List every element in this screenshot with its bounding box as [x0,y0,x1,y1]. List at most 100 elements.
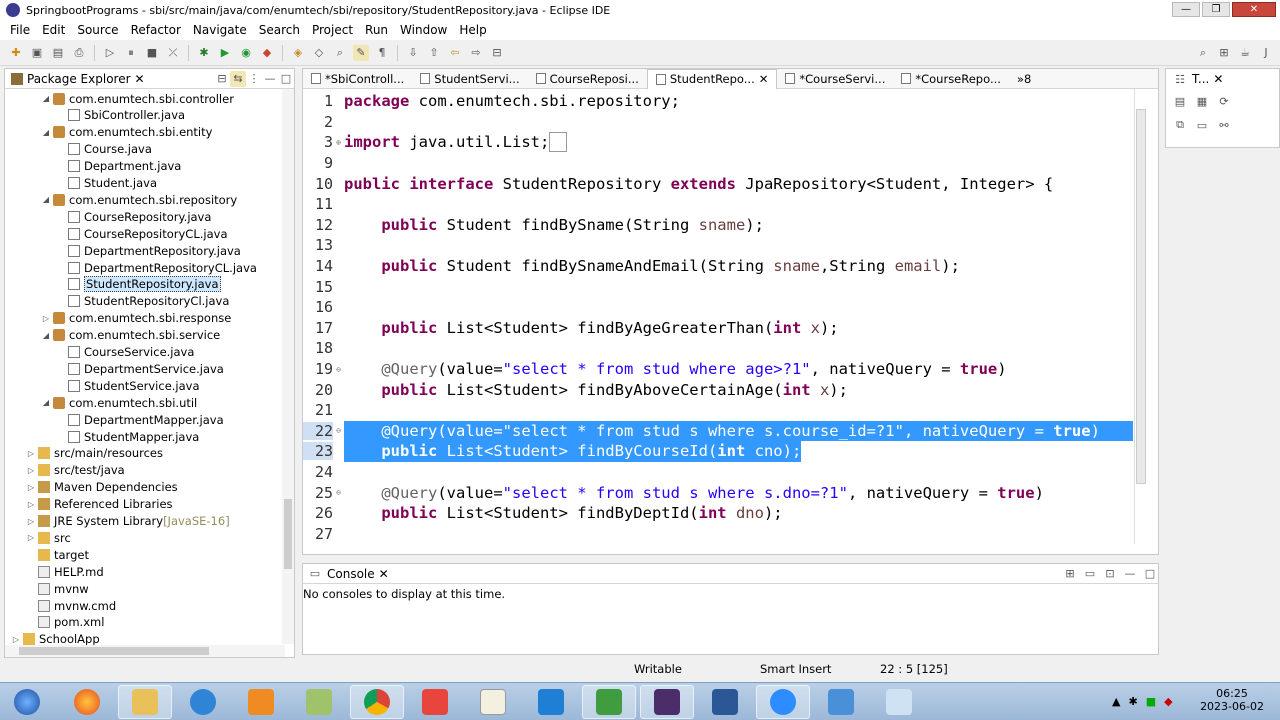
tree-item[interactable]: StudentMapper.java [56,428,199,445]
code-line[interactable]: 2 [303,112,1133,133]
back-icon[interactable]: ⇦ [447,45,463,61]
remote-app-icon[interactable] [814,685,868,719]
external-tools-icon[interactable]: ◆ [259,45,275,61]
expanded-arrow-icon[interactable]: ◢ [41,398,51,407]
tree-item[interactable]: ▷ JRE System Library [JavaSE-16] [26,513,230,530]
tree-item[interactable]: DepartmentRepositoryCL.java [56,259,257,276]
copy-icon[interactable]: ⧉ [1172,117,1188,133]
fold-toggle-icon[interactable]: ⊖ [333,426,344,435]
tray-shield-icon[interactable]: ◆ [1164,695,1172,708]
code-text[interactable]: @Query(value="select * from stud s where… [344,422,1100,440]
console-title[interactable]: Console [327,567,375,581]
code-text[interactable]: public List<Student> findByDeptId(int dn… [344,504,782,522]
open-console-icon[interactable]: ⊡ [1102,566,1118,582]
tree-vertical-scrollbar[interactable] [282,89,294,644]
close-console-icon[interactable]: ✕ [379,567,389,581]
menu-search[interactable]: Search [253,23,306,37]
disconnect-icon[interactable]: ⤫ [165,45,181,61]
code-line[interactable]: 20 public List<Student> findByAboveCerta… [303,379,1133,400]
code-line[interactable]: 14 public Student findBySnameAndEmail(St… [303,256,1133,277]
console-maximize-icon[interactable]: □ [1142,566,1158,582]
code-text[interactable]: public Student findBySnameAndEmail(Strin… [344,257,960,275]
system-clock[interactable]: 06:25 2023-06-02 [1200,687,1264,713]
tray-app-icon[interactable]: ■ [1146,695,1156,708]
search-toolbar-icon[interactable]: ⌕ [332,45,348,61]
next-annotation-icon[interactable]: ⇩ [405,45,421,61]
code-line[interactable]: 1 package com.enumtech.sbi.repository; [303,91,1133,112]
open-perspective-icon[interactable]: ⊞ [1216,45,1232,61]
tree-item[interactable]: Course.java [56,141,152,158]
expanded-arrow-icon[interactable]: ◢ [41,94,51,103]
tree-item[interactable]: CourseRepository.java [56,208,211,225]
tree-item[interactable]: mvnw.cmd [26,597,116,614]
tree-item[interactable]: DepartmentRepository.java [56,242,241,259]
code-line[interactable]: 12 public Student findBySname(String sna… [303,215,1133,236]
link-editor-icon[interactable]: ⇆ [230,70,246,87]
save-all-icon[interactable]: ▤ [50,45,66,61]
tree-item[interactable]: CourseService.java [56,344,194,361]
collapsed-arrow-icon[interactable]: ▷ [26,483,36,492]
code-text[interactable]: public List<Student> findByAgeGreaterTha… [344,319,838,337]
tree-item[interactable]: Student.java [56,175,157,192]
editor-tab[interactable]: »8 [1009,69,1039,89]
zoom-icon[interactable] [756,685,810,719]
collapsed-arrow-icon[interactable]: ▷ [26,500,36,509]
code-line[interactable]: 10 public interface StudentRepository ext… [303,173,1133,194]
prev-annotation-icon[interactable]: ⇧ [426,45,442,61]
code-text[interactable]: public List<Student> findByAboveCertainA… [344,381,848,399]
collapsed-arrow-icon[interactable]: ▷ [26,533,36,542]
new-icon[interactable]: ✚ [8,45,24,61]
menu-run[interactable]: Run [359,23,394,37]
code-line[interactable]: 18 [303,338,1133,359]
menu-file[interactable]: File [4,23,36,37]
task-list-title[interactable]: T... [1192,72,1209,86]
coverage-icon[interactable]: ◉ [238,45,254,61]
collapsed-arrow-icon[interactable]: ▷ [26,449,36,458]
expanded-arrow-icon[interactable]: ◢ [41,195,51,204]
save-icon[interactable]: ▣ [29,45,45,61]
paint-icon[interactable] [872,685,926,719]
editor-tab[interactable]: StudentServi... [412,69,527,89]
eclipse-ee-icon[interactable] [640,685,694,719]
menu-source[interactable]: Source [71,23,124,37]
explorer-icon[interactable] [118,685,172,719]
menu-project[interactable]: Project [306,23,359,37]
firefox-icon[interactable] [60,685,114,719]
tree-item[interactable]: ◢ com.enumtech.sbi.service [41,327,220,344]
code-text[interactable]: @Query(value="select * from stud where a… [344,360,1006,378]
code-line[interactable]: 13 [303,235,1133,256]
code-line[interactable]: 9 [303,153,1133,174]
tree-item[interactable]: SbiController.java [56,107,185,124]
paste-icon[interactable]: ▭ [1194,117,1210,133]
resume-icon[interactable]: ▷ [102,45,118,61]
editor-tab[interactable]: *SbiControll... [303,69,412,89]
start-button[interactable] [4,685,50,719]
print-icon[interactable]: ⎙ [71,45,87,61]
tree-item[interactable]: HELP.md [26,563,104,580]
code-text[interactable]: @Query(value="select * from stud s where… [344,484,1044,502]
chrome-icon[interactable] [350,685,404,719]
code-area[interactable]: 1 package com.enumtech.sbi.repository; 2 3 ⊕… [303,89,1133,544]
menu-refactor[interactable]: Refactor [125,23,187,37]
collapsed-arrow-icon[interactable]: ▷ [41,314,51,323]
link-icon[interactable]: ⚯ [1216,117,1232,133]
tree-item[interactable]: mvnw [26,580,89,597]
collapsed-arrow-icon[interactable]: ▷ [26,466,36,475]
code-text[interactable]: public Student findBySname(String sname)… [344,216,764,234]
pilcrow-icon[interactable]: ¶ [374,45,390,61]
tree-item[interactable]: ▷ com.enumtech.sbi.response [41,310,231,327]
tree-item[interactable]: ◢ com.enumtech.sbi.repository [41,191,237,208]
pin-icon[interactable]: ⊟ [489,45,505,61]
close-button[interactable]: ✕ [1232,2,1276,17]
code-text[interactable]: public interface StudentRepository exten… [344,175,1053,193]
debug-icon[interactable]: ✱ [196,45,212,61]
tree-item[interactable]: DepartmentService.java [56,360,224,377]
tree-item[interactable]: target [26,546,89,563]
close-tab-icon[interactable]: ✕ [135,72,145,86]
code-line[interactable]: 19 ⊖ @Query(value="select * from stud whe… [303,359,1133,380]
media-player-icon[interactable] [234,685,288,719]
code-line[interactable]: 17 public List<Student> findByAgeGreater… [303,318,1133,339]
word-icon[interactable] [698,685,752,719]
menu-window[interactable]: Window [394,23,453,37]
tree-item[interactable]: ▷ src [26,529,71,546]
